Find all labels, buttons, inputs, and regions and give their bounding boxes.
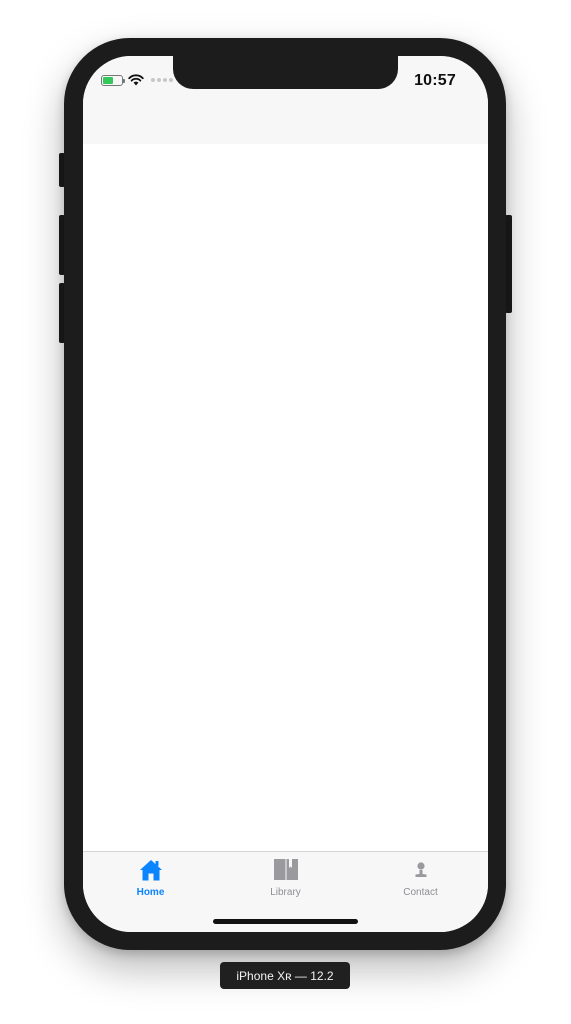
notch xyxy=(173,56,398,89)
tab-contact-label: Contact xyxy=(403,887,438,898)
status-indicators xyxy=(101,73,173,87)
status-time: 10:57 xyxy=(414,72,456,89)
main-content xyxy=(83,144,488,851)
simulator-device-label: iPhone Xʀ — 12.2 xyxy=(220,962,350,989)
home-indicator[interactable] xyxy=(213,919,358,924)
tab-library-label: Library xyxy=(270,887,301,898)
tab-home-label: Home xyxy=(136,887,165,898)
simulator-stage: 10:57 Home Library Contact iPhone Xʀ — 1… xyxy=(0,0,571,1024)
wifi-icon xyxy=(128,74,144,86)
person-icon xyxy=(408,858,434,882)
power-button[interactable] xyxy=(505,215,512,313)
tab-library[interactable]: Library xyxy=(218,858,353,900)
tab-contact[interactable]: Contact xyxy=(353,858,488,900)
book-icon xyxy=(273,858,299,882)
tab-home[interactable]: Home xyxy=(83,858,218,900)
device-screen: 10:57 Home Library Contact xyxy=(83,56,488,932)
battery-level xyxy=(103,76,113,84)
battery-icon xyxy=(101,74,125,86)
cellular-signal-icon xyxy=(151,78,173,82)
home-icon xyxy=(138,858,164,882)
